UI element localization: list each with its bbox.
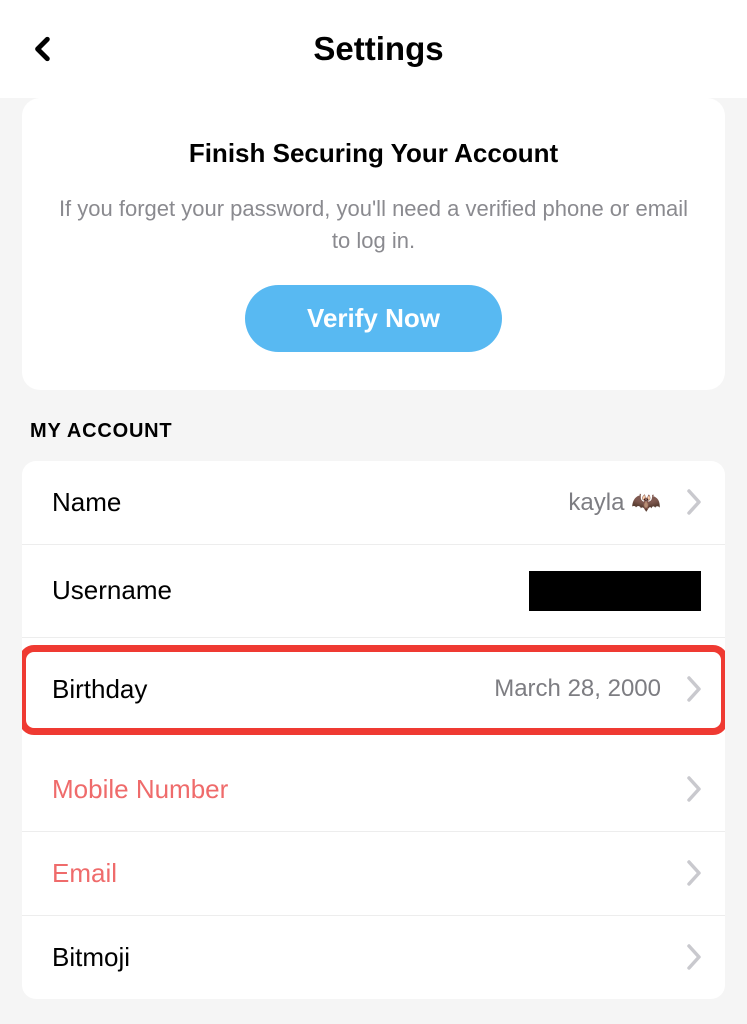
secure-card-description: If you forget your password, you'll need… xyxy=(52,193,695,257)
chevron-right-icon xyxy=(687,944,701,970)
username-label: Username xyxy=(52,575,529,606)
account-list: Name kayla 🦇 Username Birthday March 28,… xyxy=(22,461,725,999)
secure-card-title: Finish Securing Your Account xyxy=(52,138,695,169)
email-label: Email xyxy=(52,858,679,889)
secure-account-card: Finish Securing Your Account If you forg… xyxy=(22,98,725,390)
mobile-number-label: Mobile Number xyxy=(52,774,679,805)
chevron-right-icon xyxy=(687,776,701,802)
page-title: Settings xyxy=(30,30,727,68)
section-title-my-account: MY ACCOUNT xyxy=(0,420,747,461)
birthday-label: Birthday xyxy=(52,674,494,705)
list-item-birthday[interactable]: Birthday March 28, 2000 xyxy=(22,648,725,732)
chevron-right-icon xyxy=(687,860,701,886)
list-item-username[interactable]: Username xyxy=(22,545,725,638)
list-item-email[interactable]: Email xyxy=(22,832,725,916)
username-redacted xyxy=(529,571,701,611)
list-item-bitmoji[interactable]: Bitmoji xyxy=(22,916,725,999)
verify-now-button[interactable]: Verify Now xyxy=(245,285,502,352)
list-item-mobile-number[interactable]: Mobile Number xyxy=(22,748,725,832)
bitmoji-label: Bitmoji xyxy=(52,942,679,973)
header: Settings xyxy=(0,0,747,98)
name-label: Name xyxy=(52,487,568,518)
chevron-right-icon xyxy=(687,489,701,515)
birthday-value: March 28, 2000 xyxy=(494,675,661,703)
chevron-right-icon xyxy=(687,676,701,702)
list-item-name[interactable]: Name kayla 🦇 xyxy=(22,461,725,545)
name-value: kayla 🦇 xyxy=(568,488,661,517)
